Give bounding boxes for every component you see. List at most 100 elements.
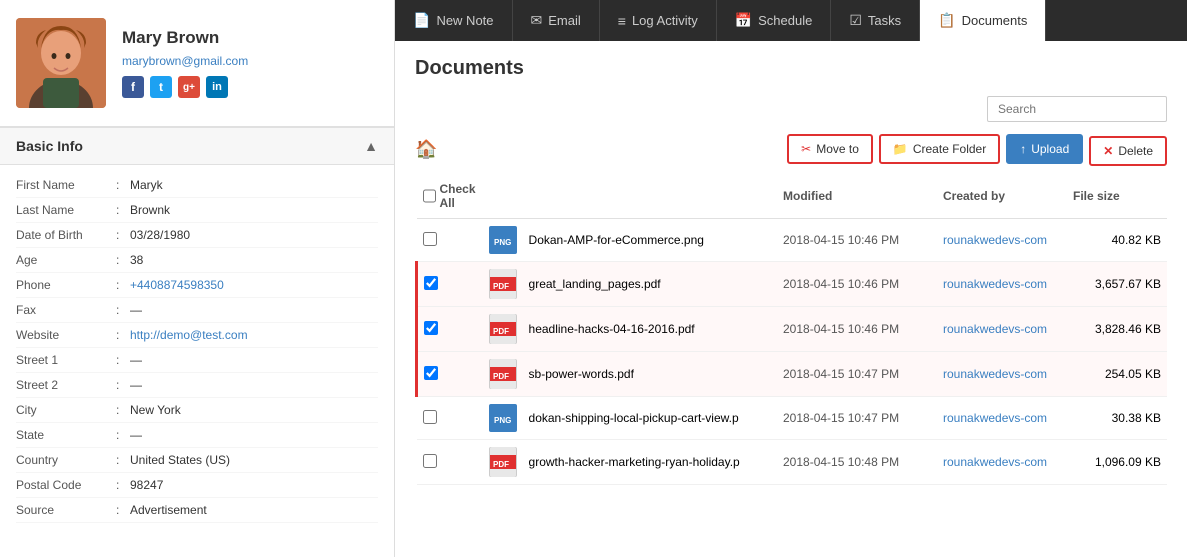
social-icons: f t g+ in xyxy=(122,76,378,98)
file-size-header: File size xyxy=(1067,174,1167,219)
basic-info-header[interactable]: Basic Info ▲ xyxy=(0,127,394,165)
info-row: State : — xyxy=(16,423,378,448)
linkedin-icon[interactable]: in xyxy=(206,76,228,98)
nav-documents-label: Documents xyxy=(962,13,1028,28)
file-table: Check All Modified Created by File size xyxy=(415,174,1167,485)
table-row: PDF great_landing_pages.pdf 2018-04-15 1… xyxy=(417,262,1168,307)
nav-log-activity-label: Log Activity xyxy=(632,13,698,28)
facebook-icon[interactable]: f xyxy=(122,76,144,98)
info-row: City : New York xyxy=(16,398,378,423)
move-to-button[interactable]: ✂ Move to xyxy=(787,134,873,164)
filename-header xyxy=(523,174,777,219)
nav-log-activity[interactable]: ≡ Log Activity xyxy=(600,0,717,41)
nav-schedule[interactable]: 📅 Schedule xyxy=(717,0,832,41)
basic-info-title: Basic Info xyxy=(16,138,83,154)
profile-name: Mary Brown xyxy=(122,28,378,48)
table-row: PNG dokan-shipping-local-pickup-cart-vie… xyxy=(417,397,1168,440)
create-folder-button[interactable]: 📁 Create Folder xyxy=(879,134,1000,164)
info-row: Fax : — xyxy=(16,298,378,323)
profile-header: Mary Brown marybrown@gmail.com f t g+ in xyxy=(0,0,394,127)
upload-button[interactable]: ↑ Upload xyxy=(1006,134,1083,164)
row-checkbox-4[interactable] xyxy=(424,366,438,380)
row-checkbox-6[interactable] xyxy=(423,454,437,468)
info-row: Postal Code : 98247 xyxy=(16,473,378,498)
nav-new-note-label: New Note xyxy=(436,13,493,28)
svg-text:PNG: PNG xyxy=(494,416,511,425)
info-row: First Name : Maryk xyxy=(16,173,378,198)
row-checkbox-2[interactable] xyxy=(424,276,438,290)
documents-icon: 📋 xyxy=(938,12,955,29)
svg-text:PDF: PDF xyxy=(493,282,509,291)
info-row: Website : http://demo@test.com xyxy=(16,323,378,348)
info-row: Street 1 : — xyxy=(16,348,378,373)
row-checkbox-5[interactable] xyxy=(423,410,437,424)
action-right: ✂ Move to 📁 Create Folder ↑ Upload ✕ Del… xyxy=(787,132,1167,166)
created-by-link-6[interactable]: rounakwedevs-com xyxy=(943,455,1047,469)
file-icon-pdf: PDF xyxy=(489,314,517,344)
nav-new-note[interactable]: 📄 New Note xyxy=(395,0,513,41)
upload-icon: ↑ xyxy=(1020,142,1026,156)
schedule-icon: 📅 xyxy=(735,12,752,29)
created-by-link-3[interactable]: rounakwedevs-com xyxy=(943,322,1047,336)
note-icon: 📄 xyxy=(413,12,430,29)
home-icon[interactable]: 🏠 xyxy=(415,139,437,160)
profile-email[interactable]: marybrown@gmail.com xyxy=(122,54,378,68)
info-row: Street 2 : — xyxy=(16,373,378,398)
action-bar: 🏠 ✂ Move to 📁 Create Folder ↑ Upload ✕ D… xyxy=(415,132,1167,166)
created-by-link-2[interactable]: rounakwedevs-com xyxy=(943,277,1047,291)
nav-email-label: Email xyxy=(548,13,581,28)
nav-email[interactable]: ✉ Email xyxy=(513,0,600,41)
file-icon-pdf: PDF xyxy=(489,359,517,389)
right-panel: 📄 New Note ✉ Email ≡ Log Activity 📅 Sche… xyxy=(395,0,1187,557)
file-icon-png: PNG xyxy=(489,226,517,254)
info-row: Phone : +4408874598350 xyxy=(16,273,378,298)
website-link[interactable]: http://demo@test.com xyxy=(130,328,378,342)
search-input[interactable] xyxy=(987,96,1167,122)
file-icon-header xyxy=(483,174,523,219)
nav-tasks-label: Tasks xyxy=(868,13,901,28)
row-checkbox-3[interactable] xyxy=(424,321,438,335)
file-icon-pdf: PDF xyxy=(489,269,517,299)
activity-icon: ≡ xyxy=(618,13,626,29)
info-row: Source : Advertisement xyxy=(16,498,378,523)
info-row: Country : United States (US) xyxy=(16,448,378,473)
collapse-arrow-icon: ▲ xyxy=(364,138,378,154)
created-by-link-1[interactable]: rounakwedevs-com xyxy=(943,233,1047,247)
tasks-icon: ☑ xyxy=(849,12,862,29)
googleplus-icon[interactable]: g+ xyxy=(178,76,200,98)
svg-text:PDF: PDF xyxy=(493,327,509,336)
created-by-link-4[interactable]: rounakwedevs-com xyxy=(943,367,1047,381)
created-by-link-5[interactable]: rounakwedevs-com xyxy=(943,411,1047,425)
avatar xyxy=(16,18,106,108)
table-row: PDF sb-power-words.pdf 2018-04-15 10:47 … xyxy=(417,352,1168,397)
documents-title: Documents xyxy=(415,57,1167,80)
table-row: PDF headline-hacks-04-16-2016.pdf 2018-0… xyxy=(417,307,1168,352)
twitter-icon[interactable]: t xyxy=(150,76,172,98)
svg-text:PDF: PDF xyxy=(493,460,509,469)
check-all-checkbox[interactable] xyxy=(423,189,436,203)
nav-schedule-label: Schedule xyxy=(758,13,812,28)
info-row: Date of Birth : 03/28/1980 xyxy=(16,223,378,248)
folder-icon: 📁 xyxy=(893,142,908,156)
info-table: First Name : Maryk Last Name : Brownk Da… xyxy=(0,165,394,531)
x-icon: ✕ xyxy=(1103,144,1113,158)
phone-link[interactable]: +4408874598350 xyxy=(130,278,378,292)
scissors-icon: ✂ xyxy=(801,142,811,156)
nav-documents[interactable]: 📋 Documents xyxy=(920,0,1046,41)
docs-toolbar xyxy=(415,96,1167,122)
svg-text:PNG: PNG xyxy=(494,238,511,247)
info-row: Age : 38 xyxy=(16,248,378,273)
nav-tasks[interactable]: ☑ Tasks xyxy=(831,0,920,41)
profile-info: Mary Brown marybrown@gmail.com f t g+ in xyxy=(122,28,378,98)
check-all-header: Check All xyxy=(417,174,483,219)
table-header: Check All Modified Created by File size xyxy=(417,174,1168,219)
delete-button[interactable]: ✕ Delete xyxy=(1089,136,1167,166)
table-row: PNG Dokan-AMP-for-eCommerce.png 2018-04-… xyxy=(417,219,1168,262)
top-nav: 📄 New Note ✉ Email ≡ Log Activity 📅 Sche… xyxy=(395,0,1187,41)
documents-content: Documents 🏠 ✂ Move to 📁 Create Folder ↑ xyxy=(395,41,1187,557)
row-checkbox-1[interactable] xyxy=(423,232,437,246)
created-by-header: Created by xyxy=(937,174,1067,219)
email-icon: ✉ xyxy=(531,12,543,29)
table-row: PDF growth-hacker-marketing-ryan-holiday… xyxy=(417,440,1168,485)
file-icon-pdf: PDF xyxy=(489,447,517,477)
